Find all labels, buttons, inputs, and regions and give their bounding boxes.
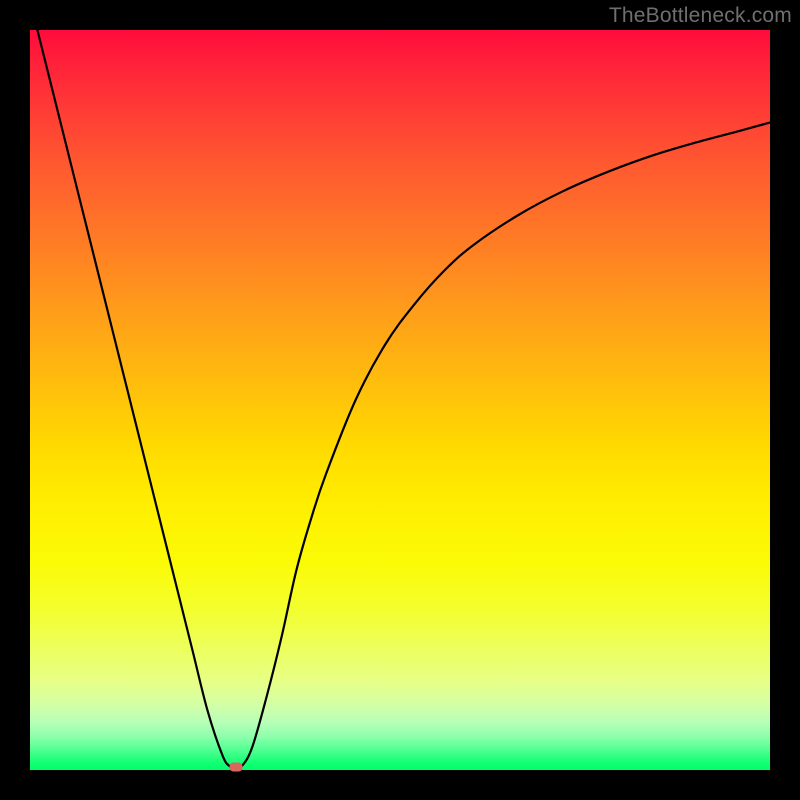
optimum-marker (229, 763, 242, 772)
chart-frame: TheBottleneck.com (0, 0, 800, 800)
bottleneck-curve (30, 30, 770, 769)
plot-area (30, 30, 770, 770)
attribution-text: TheBottleneck.com (609, 4, 792, 28)
curve-svg (30, 30, 770, 770)
